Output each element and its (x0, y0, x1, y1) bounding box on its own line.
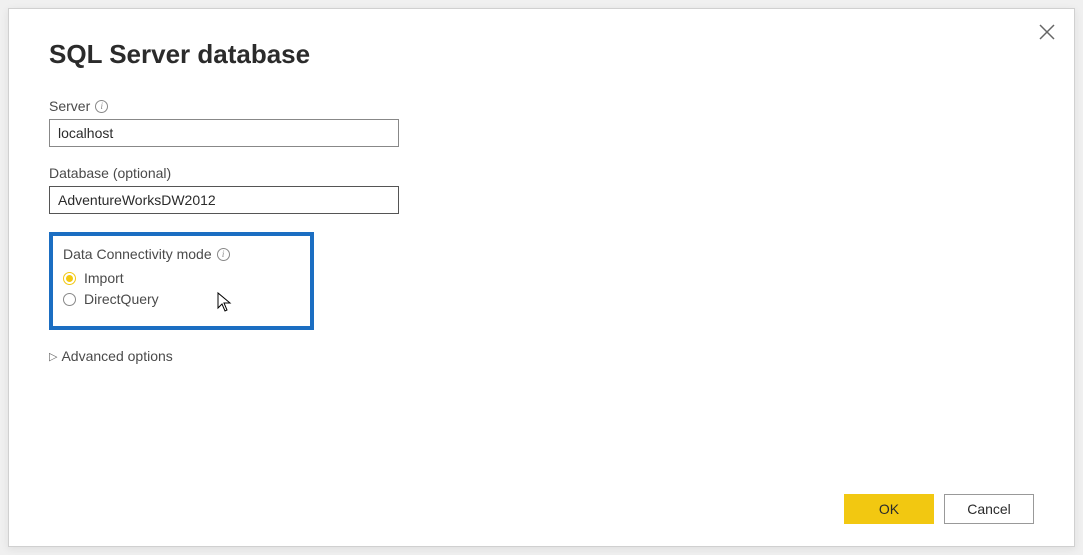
info-icon[interactable]: i (217, 248, 230, 261)
chevron-right-icon: ▷ (49, 350, 57, 363)
close-button[interactable] (1038, 23, 1056, 46)
connectivity-title: Data Connectivity mode i (63, 246, 230, 262)
sql-server-dialog: SQL Server database Server i Database (o… (8, 8, 1075, 547)
database-label: Database (optional) (49, 165, 1034, 181)
info-icon[interactable]: i (95, 100, 108, 113)
radio-directquery-label: DirectQuery (84, 291, 159, 307)
database-field: Database (optional) (49, 165, 1034, 214)
database-label-text: Database (optional) (49, 165, 171, 181)
radio-import[interactable]: Import (63, 270, 230, 286)
radio-icon (63, 293, 76, 306)
radio-dot (66, 275, 73, 282)
radio-directquery[interactable]: DirectQuery (63, 291, 230, 307)
cancel-button[interactable]: Cancel (944, 494, 1034, 524)
dialog-footer: OK Cancel (844, 494, 1034, 524)
connectivity-highlight-box: Data Connectivity mode i Import DirectQu… (49, 232, 314, 330)
advanced-options-label: Advanced options (61, 348, 172, 364)
server-label-text: Server (49, 98, 90, 114)
server-input[interactable] (49, 119, 399, 147)
radio-import-label: Import (84, 270, 124, 286)
close-icon (1038, 23, 1056, 41)
connectivity-title-text: Data Connectivity mode (63, 246, 212, 262)
advanced-options-toggle[interactable]: ▷ Advanced options (49, 348, 1034, 364)
dialog-title: SQL Server database (49, 39, 1034, 70)
radio-icon-selected (63, 272, 76, 285)
server-label: Server i (49, 98, 1034, 114)
ok-button[interactable]: OK (844, 494, 934, 524)
server-field: Server i (49, 98, 1034, 147)
database-input[interactable] (49, 186, 399, 214)
